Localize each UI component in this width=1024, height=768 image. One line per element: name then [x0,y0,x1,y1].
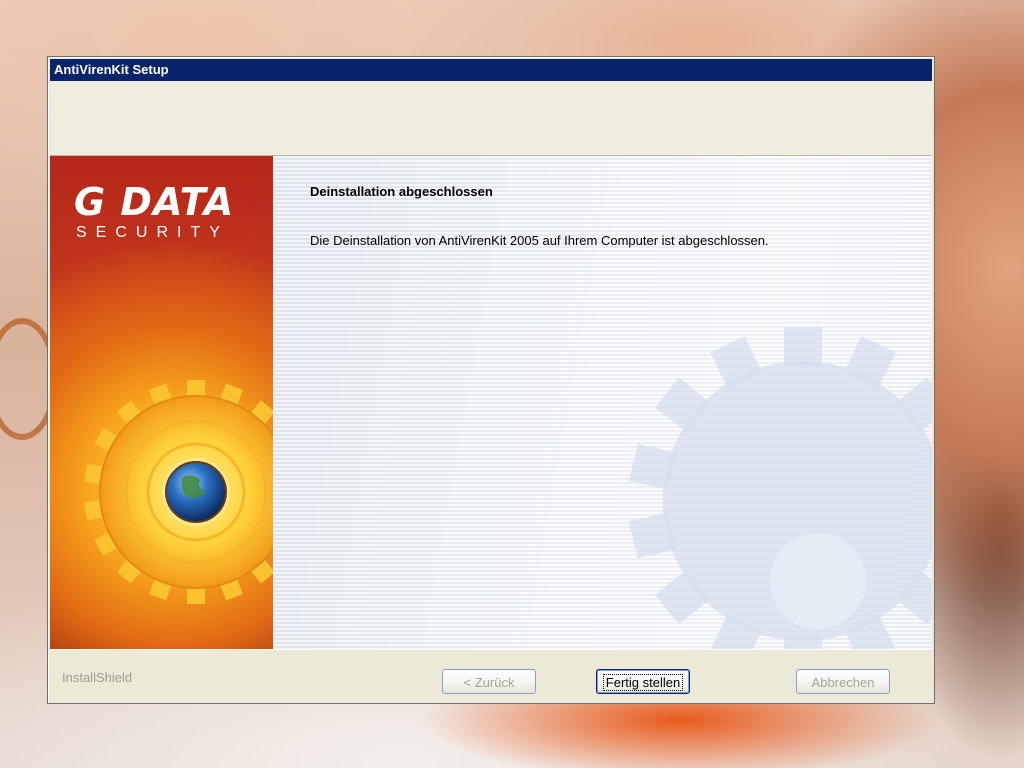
logo-wordmark: G DATA [74,180,235,224]
logo-tagline: SECURITY [76,224,229,241]
finish-button-label: Fertig stellen [602,674,684,691]
header-band [50,81,932,156]
watermark-gear-icon [629,327,932,649]
completion-message: Die Deinstallation von AntiVirenKit 2005… [310,233,769,248]
back-button[interactable]: < Zurück [442,669,536,694]
button-bar: InstallShield < Zurück Fertig stellen Ab… [50,649,932,701]
cancel-button[interactable]: Abbrechen [796,669,890,694]
window-title: AntiVirenKit Setup [54,62,169,77]
installshield-label: InstallShield [62,670,133,685]
setup-window: AntiVirenKit Setup G DATA SECURITY Deins… [47,56,935,704]
page-heading: Deinstallation abgeschlossen [310,184,493,199]
finish-button[interactable]: Fertig stellen [596,669,690,694]
left-banner: G DATA SECURITY [50,156,273,649]
title-bar[interactable]: AntiVirenKit Setup [50,59,932,81]
content-panel: Deinstallation abgeschlossen Die Deinsta… [273,156,932,649]
